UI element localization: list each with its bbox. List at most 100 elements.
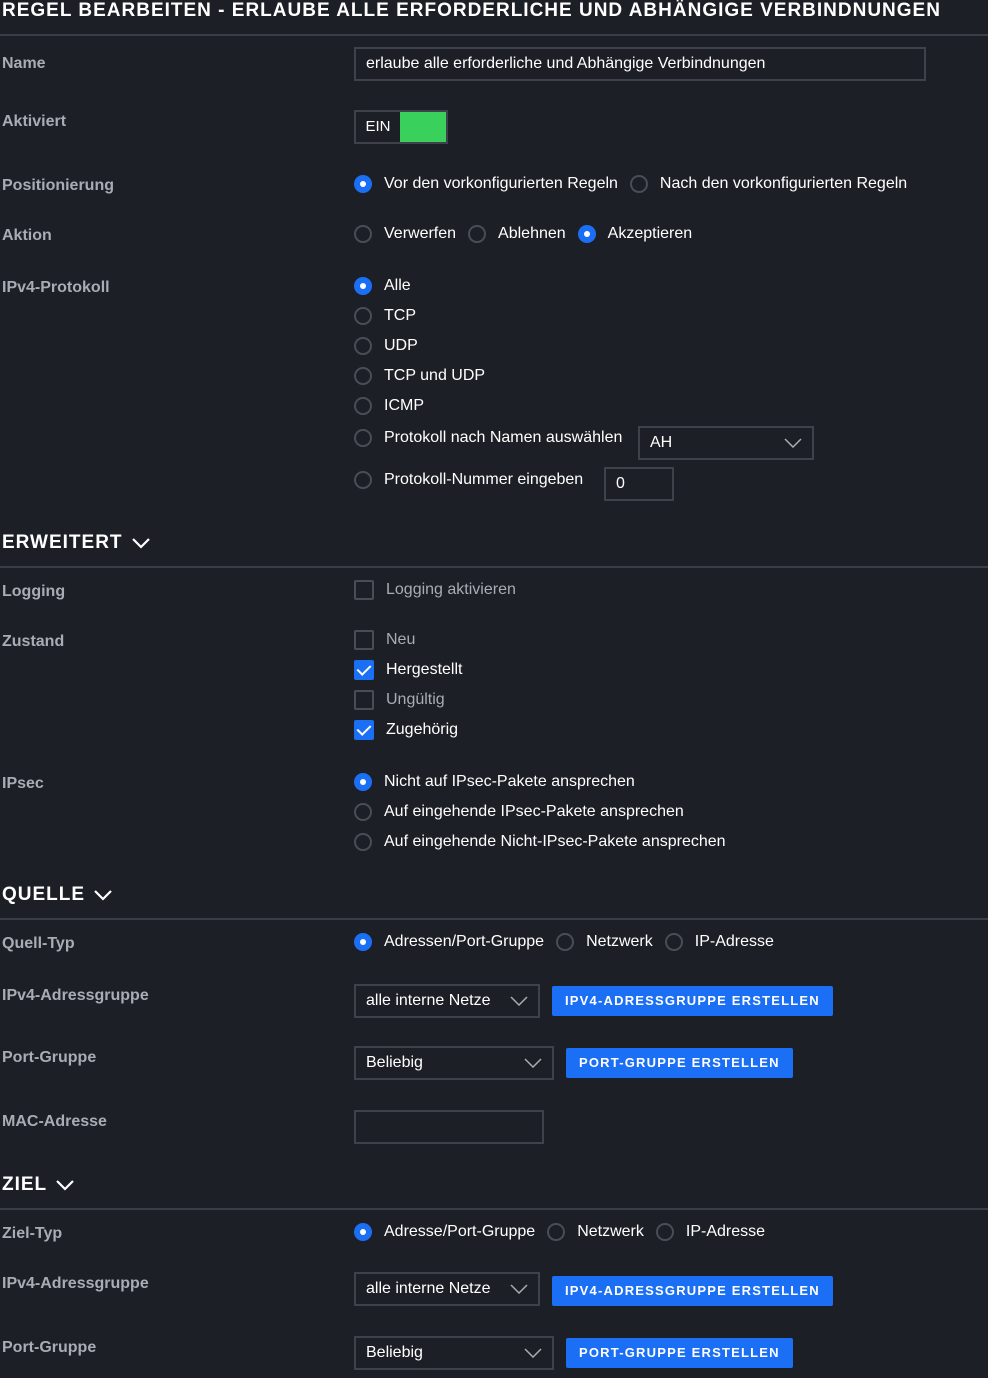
source-type-label: Quell-Typ <box>2 935 75 952</box>
chevron-down-icon <box>524 1348 542 1358</box>
ipsec-label: IPsec <box>2 775 44 792</box>
option-label: TCP <box>384 307 416 324</box>
mac-label: MAC-Adresse <box>2 1113 107 1130</box>
checkmark-icon <box>354 660 374 680</box>
option-label: Ablehnen <box>498 225 566 242</box>
radio-icon <box>354 429 372 447</box>
state-checkbox-new[interactable]: Neu <box>354 630 415 650</box>
protocol-option-tcp-udp[interactable]: TCP und UDP <box>354 366 485 386</box>
destination-type-option-ip[interactable]: IP-Adresse <box>655 1222 766 1242</box>
ipsec-option-non-ipsec[interactable]: Auf eingehende Nicht-IPsec-Pakete anspre… <box>354 832 726 852</box>
option-label: Akzeptieren <box>607 225 693 242</box>
checkbox-icon <box>354 580 374 600</box>
toggle-label: EIN <box>365 118 391 135</box>
protocol-name-select[interactable]: AH <box>638 426 814 460</box>
source-create-port-group-button[interactable]: PORT-GRUPPE ERSTELLEN <box>566 1048 793 1078</box>
chevron-down-icon <box>94 890 112 901</box>
ipsec-option-none[interactable]: Nicht auf IPsec-Pakete ansprechen <box>354 772 635 792</box>
destination-type-option-network[interactable]: Netzwerk <box>547 1222 644 1242</box>
position-option-before[interactable]: Vor den vorkonfigurierten Regeln <box>354 174 618 194</box>
protocol-option-by-name[interactable]: Protokoll nach Namen auswählen <box>354 428 622 448</box>
option-label: Protokoll nach Namen auswählen <box>384 429 623 446</box>
source-section-header[interactable]: QUELLE <box>2 884 113 906</box>
state-checkbox-established[interactable]: Hergestellt <box>354 660 462 680</box>
source-port-group-label: Port-Gruppe <box>2 1049 97 1066</box>
radio-icon <box>354 1223 372 1241</box>
action-option-accept[interactable]: Akzeptieren <box>577 224 693 244</box>
radio-icon <box>468 225 487 243</box>
source-type-option-network[interactable]: Netzwerk <box>556 932 653 952</box>
radio-icon <box>655 1223 674 1241</box>
action-label: Aktion <box>2 227 52 244</box>
select-value: AH <box>650 434 673 451</box>
page-title: REGEL BEARBEITEN - ERLAUBE ALLE ERFORDER… <box>2 0 941 21</box>
option-label: ICMP <box>384 397 424 414</box>
radio-icon <box>664 933 683 951</box>
option-label: Verwerfen <box>384 225 457 242</box>
destination-create-addr-group-button[interactable]: IPV4-ADRESSGRUPPE ERSTELLEN <box>552 1276 833 1306</box>
protocol-option-by-number[interactable]: Protokoll-Nummer eingeben <box>354 470 583 490</box>
action-option-drop[interactable]: Verwerfen <box>354 224 456 244</box>
checkbox-icon <box>354 690 374 710</box>
name-input[interactable]: erlaube alle erforderliche und Abhängige… <box>354 47 926 81</box>
chevron-down-icon <box>510 1284 528 1294</box>
source-type-option-group[interactable]: Adressen/Port-Gruppe <box>354 932 544 952</box>
option-label: Netzwerk <box>577 1223 644 1240</box>
destination-type-label: Ziel-Typ <box>2 1225 63 1242</box>
option-label: Ungültig <box>386 691 445 708</box>
radio-icon <box>354 471 372 489</box>
option-label: Hergestellt <box>386 661 463 678</box>
destination-create-port-group-button[interactable]: PORT-GRUPPE ERSTELLEN <box>566 1338 793 1368</box>
radio-icon <box>354 933 372 951</box>
protocol-option-icmp[interactable]: ICMP <box>354 396 424 416</box>
position-option-after[interactable]: Nach den vorkonfigurierten Regeln <box>629 174 908 194</box>
state-checkbox-related[interactable]: Zugehörig <box>354 720 458 740</box>
select-value: Beliebig <box>366 1054 423 1071</box>
source-port-group-select[interactable]: Beliebig <box>354 1046 554 1080</box>
mac-input[interactable] <box>354 1110 544 1144</box>
action-option-reject[interactable]: Ablehnen <box>468 224 566 244</box>
protocol-option-udp[interactable]: UDP <box>354 336 418 356</box>
protocol-option-all[interactable]: Alle <box>354 276 411 296</box>
radio-icon <box>577 225 596 243</box>
section-title: QUELLE <box>2 884 86 905</box>
destination-type-option-group[interactable]: Adresse/Port-Gruppe <box>354 1222 535 1242</box>
radio-icon <box>354 175 372 193</box>
option-label: Protokoll-Nummer eingeben <box>384 471 584 488</box>
ipsec-option-ipsec[interactable]: Auf eingehende IPsec-Pakete ansprechen <box>354 802 684 822</box>
radio-icon <box>556 933 575 951</box>
protocol-label: IPv4-Protokoll <box>2 279 110 296</box>
destination-section-header[interactable]: ZIEL <box>2 1174 75 1196</box>
option-label: Zugehörig <box>386 721 459 738</box>
option-label: UDP <box>384 337 418 354</box>
radio-icon <box>354 397 372 415</box>
radio-icon <box>354 337 372 355</box>
destination-port-group-select[interactable]: Beliebig <box>354 1336 554 1370</box>
advanced-section-header[interactable]: ERWEITERT <box>2 532 151 554</box>
name-label: Name <box>2 55 46 72</box>
protocol-number-input[interactable]: 0 <box>604 467 674 501</box>
option-label: Adresse/Port-Gruppe <box>384 1223 536 1240</box>
radio-icon <box>354 833 372 851</box>
chevron-down-icon <box>131 538 150 549</box>
enabled-label: Aktiviert <box>2 113 67 130</box>
radio-icon <box>354 277 372 295</box>
checkmark-icon <box>354 720 374 740</box>
protocol-option-tcp[interactable]: TCP <box>354 306 416 326</box>
option-label: IP-Adresse <box>685 1223 766 1240</box>
select-value: alle interne Netze <box>366 992 491 1009</box>
source-type-option-ip[interactable]: IP-Adresse <box>664 932 774 952</box>
state-checkbox-invalid[interactable]: Ungültig <box>354 690 445 710</box>
option-label: Nach den vorkonfigurierten Regeln <box>659 175 908 192</box>
enabled-toggle[interactable]: EIN <box>354 110 448 144</box>
select-value: Beliebig <box>366 1344 423 1361</box>
destination-addr-group-select[interactable]: alle interne Netze <box>354 1272 540 1306</box>
checkbox-icon <box>354 630 374 650</box>
source-create-addr-group-button[interactable]: IPV4-ADRESSGRUPPE ERSTELLEN <box>552 986 833 1016</box>
option-label: Adressen/Port-Gruppe <box>384 933 545 950</box>
option-label: IP-Adresse <box>694 933 774 950</box>
source-addr-group-select[interactable]: alle interne Netze <box>354 984 540 1018</box>
section-title: ZIEL <box>2 1174 48 1195</box>
logging-checkbox[interactable]: Logging aktivieren <box>354 580 516 600</box>
option-label: Logging aktivieren <box>386 581 516 598</box>
